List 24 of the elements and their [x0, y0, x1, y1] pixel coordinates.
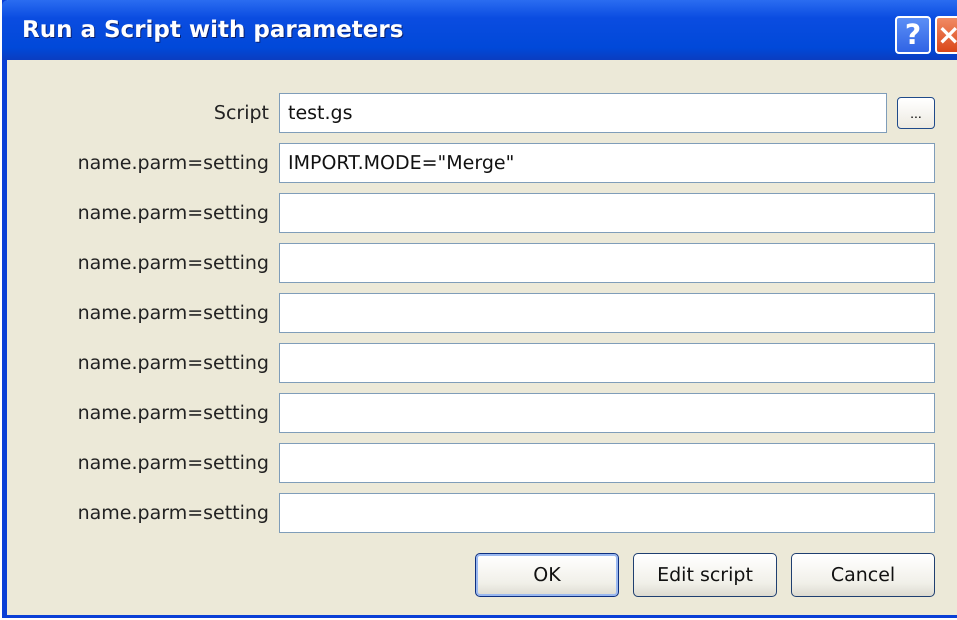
field-label: Script [212, 102, 269, 124]
input-field[interactable] [279, 393, 935, 433]
field-label: name.parm=setting [76, 252, 269, 274]
dialog-button[interactable]: Cancel [791, 553, 935, 597]
input-field[interactable]: IMPORT.MODE="Merge" [279, 143, 935, 183]
input-field[interactable] [279, 193, 935, 233]
field-label: name.parm=setting [76, 452, 269, 474]
input-field[interactable]: test.gs [279, 93, 887, 133]
help-button[interactable]: ? [895, 16, 931, 54]
field-label: name.parm=setting [76, 352, 269, 374]
dialog-button[interactable]: OK [475, 553, 619, 597]
browse-button[interactable]: ... [897, 97, 935, 129]
input-field[interactable] [279, 493, 935, 533]
field-label: name.parm=setting [76, 302, 269, 324]
window-title: Run a Script with parameters [22, 17, 404, 43]
dialog-button[interactable]: Edit script [633, 553, 777, 597]
input-field[interactable] [279, 343, 935, 383]
field-label: name.parm=setting [76, 152, 269, 174]
input-field[interactable] [279, 293, 935, 333]
field-label: name.parm=setting [76, 202, 269, 224]
field-label: name.parm=setting [76, 402, 269, 424]
input-field[interactable] [279, 243, 935, 283]
input-field[interactable] [279, 443, 935, 483]
field-label: name.parm=setting [76, 502, 269, 524]
